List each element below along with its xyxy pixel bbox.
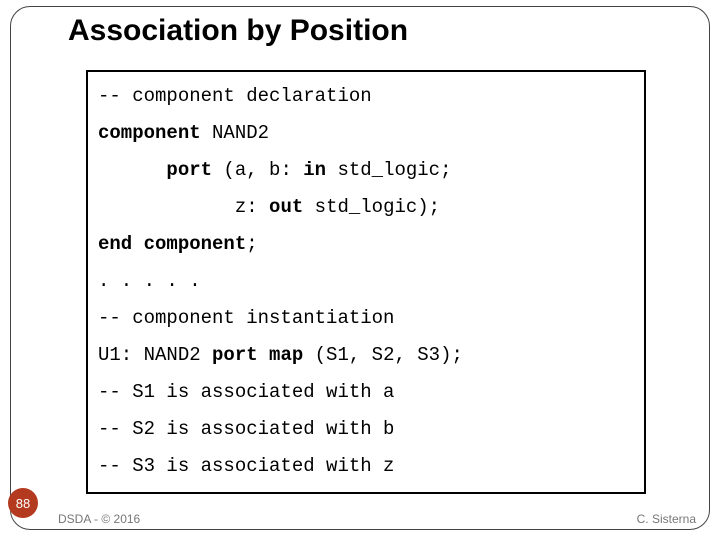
code-line-2: component NAND2	[98, 115, 634, 152]
slide-title: Association by Position	[68, 14, 408, 48]
indent-4	[98, 196, 235, 218]
kw-endcomponent: end component	[98, 233, 246, 255]
ports-ab: (a, b:	[212, 159, 303, 181]
kw-portmap: port map	[212, 344, 303, 366]
code-line-5: end component;	[98, 226, 634, 263]
kw-out: out	[269, 196, 303, 218]
inst-u1: U1: NAND2	[98, 344, 212, 366]
portmap-args: (S1, S2, S3);	[303, 344, 463, 366]
type-stdlogic-1: std_logic;	[326, 159, 451, 181]
code-line-8: U1: NAND2 port map (S1, S2, S3);	[98, 337, 634, 374]
code-line-11: -- S3 is associated with z	[98, 448, 634, 485]
semi-1: ;	[246, 233, 257, 255]
code-box: -- component declaration component NAND2…	[86, 70, 646, 494]
page-number-badge: 88	[8, 488, 38, 518]
footer-left: DSDA - © 2016	[58, 512, 140, 526]
ident-nand2: NAND2	[201, 122, 269, 144]
kw-in: in	[303, 159, 326, 181]
port-z: z:	[235, 196, 269, 218]
type-stdlogic-2: std_logic);	[303, 196, 440, 218]
code-line-9: -- S1 is associated with a	[98, 374, 634, 411]
code-line-1: -- component declaration	[98, 78, 634, 115]
code-line-7: -- component instantiation	[98, 300, 634, 337]
kw-component: component	[98, 122, 201, 144]
kw-port: port	[166, 159, 212, 181]
slide: Association by Position -- component dec…	[0, 0, 720, 540]
footer-right: C. Sisterna	[637, 512, 696, 526]
code-line-6: . . . . .	[98, 263, 634, 300]
code-line-3: port (a, b: in std_logic;	[98, 152, 634, 189]
indent-3	[98, 159, 166, 181]
code-line-10: -- S2 is associated with b	[98, 411, 634, 448]
code-line-4: z: out std_logic);	[98, 189, 634, 226]
